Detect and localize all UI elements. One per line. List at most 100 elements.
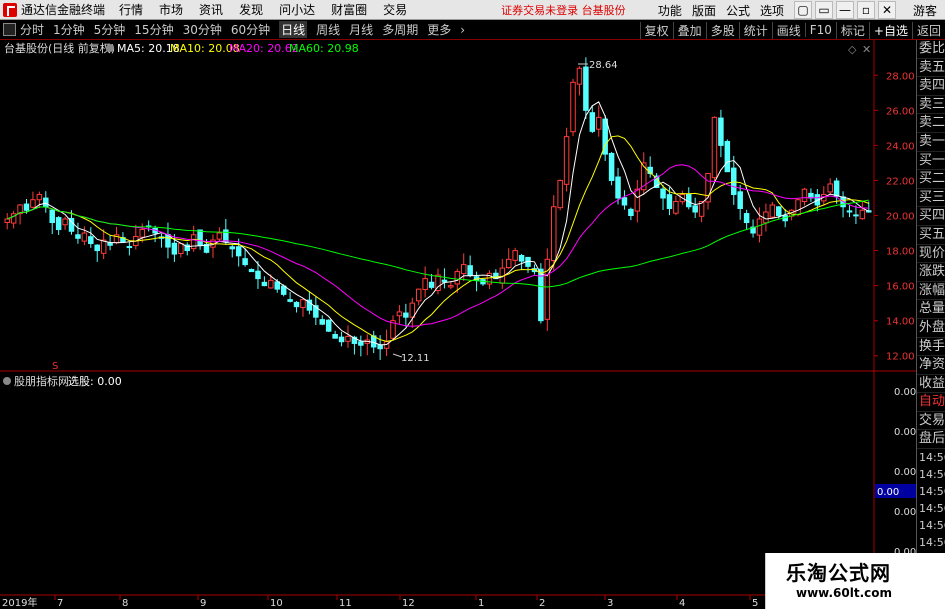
chevron-down-icon[interactable]: › [460, 23, 465, 37]
candle-body [216, 232, 223, 240]
sidebar-lower-field[interactable]: 盘后 [917, 430, 945, 450]
date-tick-label: 4 [679, 598, 685, 609]
candle-body [827, 183, 833, 193]
chart-area[interactable]: 台基股份(日线 前复权) MA5: 20.18 MA10: 20.08 MA20… [0, 40, 916, 609]
period-multi[interactable]: 多周期 [382, 21, 418, 38]
candle-body [4, 218, 10, 224]
period-more[interactable]: 更多 [427, 21, 451, 38]
candle-body [248, 268, 255, 273]
close-icon[interactable]: ✕ [877, 1, 896, 19]
candle-body [261, 281, 268, 287]
tool-biaoji[interactable]: 标记 [835, 21, 869, 39]
sidebar-lower-field[interactable]: 交易 [917, 412, 945, 431]
title-right-menu: 功能 版面 公式 选项 ▢ ▭ — ▫ ✕ 游客 [658, 0, 945, 20]
minimize-icon[interactable]: — [835, 1, 854, 19]
maximize-icon[interactable]: ▫ [856, 1, 875, 19]
price-tick-label: 20.00 [886, 212, 915, 223]
candle-body [242, 258, 248, 266]
menu-caifuquan[interactable]: 财富圈 [331, 1, 367, 18]
candle-body [846, 210, 853, 213]
sidebar-field: 涨幅 [917, 282, 945, 301]
menu-xuanxiang[interactable]: 选项 [760, 2, 784, 19]
tool-huaxian[interactable]: 画线 [771, 21, 805, 39]
candle-body [415, 288, 422, 302]
date-tick-label: 3 [607, 598, 613, 609]
period-toolbar: 分时 1分钟 5分钟 15分钟 30分钟 60分钟 日线 周线 月线 多周期 更… [0, 20, 945, 40]
menu-faxian[interactable]: 发现 [239, 1, 263, 18]
candle-body [608, 152, 615, 181]
menu-wenxiaoda[interactable]: 问小达 [279, 1, 315, 18]
indicator-tick-4: 0.00 [894, 507, 916, 518]
close-panel-icon[interactable]: ✕ [862, 43, 871, 56]
menu-gongneng[interactable]: 功能 [658, 2, 682, 19]
period-60min[interactable]: 60分钟 [231, 21, 270, 38]
title-bar: 通达信金融终端 行情 市场 资讯 发现 问小达 财富圈 交易 证券交易未登录 台… [0, 0, 945, 20]
candle-body [403, 312, 409, 318]
tool-f10[interactable]: F10 [804, 23, 836, 37]
sidebar-lower-field[interactable]: 自动 [917, 393, 945, 412]
period-daily[interactable]: 日线 [279, 21, 308, 38]
expand-icon[interactable]: ◇ [848, 43, 857, 56]
menu-banmian[interactable]: 版面 [692, 2, 716, 19]
menu-hangqing[interactable]: 行情 [119, 1, 143, 18]
sidebar-field: 现价 [917, 245, 945, 264]
candle-body [737, 191, 743, 209]
tool-duogu[interactable]: 多股 [705, 21, 739, 39]
candle-body [692, 205, 698, 213]
candle-body [396, 311, 403, 317]
candle-body [673, 200, 679, 214]
toolbar-menu-icon[interactable] [3, 23, 16, 36]
watermark: 乐淘公式网 www.60lt.com [765, 553, 945, 609]
period-15min[interactable]: 15分钟 [134, 21, 173, 38]
candle-body [55, 217, 62, 231]
candle-body [801, 188, 808, 203]
price-tick-label: 22.00 [886, 176, 915, 187]
candle-body [859, 209, 866, 220]
candle-body [576, 67, 583, 85]
ma-setting-icon[interactable] [106, 44, 114, 52]
menu-zixun[interactable]: 资讯 [199, 1, 223, 18]
candle-body [589, 112, 596, 132]
period-1min[interactable]: 1分钟 [53, 21, 85, 38]
tool-diejia[interactable]: 叠加 [672, 21, 706, 39]
period-5min[interactable]: 5分钟 [94, 21, 126, 38]
app-name: 通达信金融终端 [21, 3, 106, 17]
period-30min[interactable]: 30分钟 [183, 21, 222, 38]
candle-body [319, 319, 326, 325]
indicator-setting-icon[interactable] [3, 377, 11, 385]
sidebar-field: 卖三 [917, 96, 945, 115]
candle-body [30, 199, 36, 208]
layout-window-icon[interactable]: ▭ [814, 1, 833, 19]
period-fenshi[interactable]: 分时 [20, 21, 44, 38]
sidebar-field: 委比 [917, 40, 945, 59]
trade-login-notice[interactable]: 证券交易未登录 台基股份 [501, 2, 626, 18]
candle-body [853, 214, 859, 217]
tool-back[interactable]: 返回 [911, 21, 945, 39]
candle-body [557, 179, 563, 209]
candle-body [833, 180, 840, 197]
menu-jiaoyi[interactable]: 交易 [383, 1, 407, 18]
period-monthly[interactable]: 月线 [349, 21, 373, 38]
tool-tongji[interactable]: 统计 [738, 21, 772, 39]
guest-login[interactable]: 游客 [913, 2, 937, 19]
restore-window-icon[interactable]: ▢ [793, 1, 812, 19]
candle-body [538, 268, 544, 322]
candle-body [583, 66, 589, 111]
candle-body [550, 206, 557, 262]
menu-shichang[interactable]: 市场 [159, 1, 183, 18]
period-weekly[interactable]: 周线 [316, 21, 340, 38]
date-tick-label: 2 [539, 598, 545, 609]
candle-body [300, 299, 306, 309]
xaxis-year: 2019年 [2, 596, 37, 609]
sidebar-field: 买四 [917, 207, 945, 226]
candle-body [769, 204, 776, 218]
candle-body [454, 271, 461, 285]
kline-chart-svg[interactable]: 台基股份(日线 前复权) MA5: 20.18 MA10: 20.08 MA20… [0, 40, 916, 609]
date-tick-label: 12 [402, 598, 415, 609]
tool-add-watchlist[interactable]: +自选 [868, 21, 912, 39]
watermark-title: 乐淘公式网 [786, 561, 891, 585]
sidebar-field: 卖五 [917, 59, 945, 78]
candle-body [94, 244, 100, 252]
menu-gongshi[interactable]: 公式 [726, 2, 750, 19]
tool-fuquan[interactable]: 复权 [639, 21, 673, 39]
